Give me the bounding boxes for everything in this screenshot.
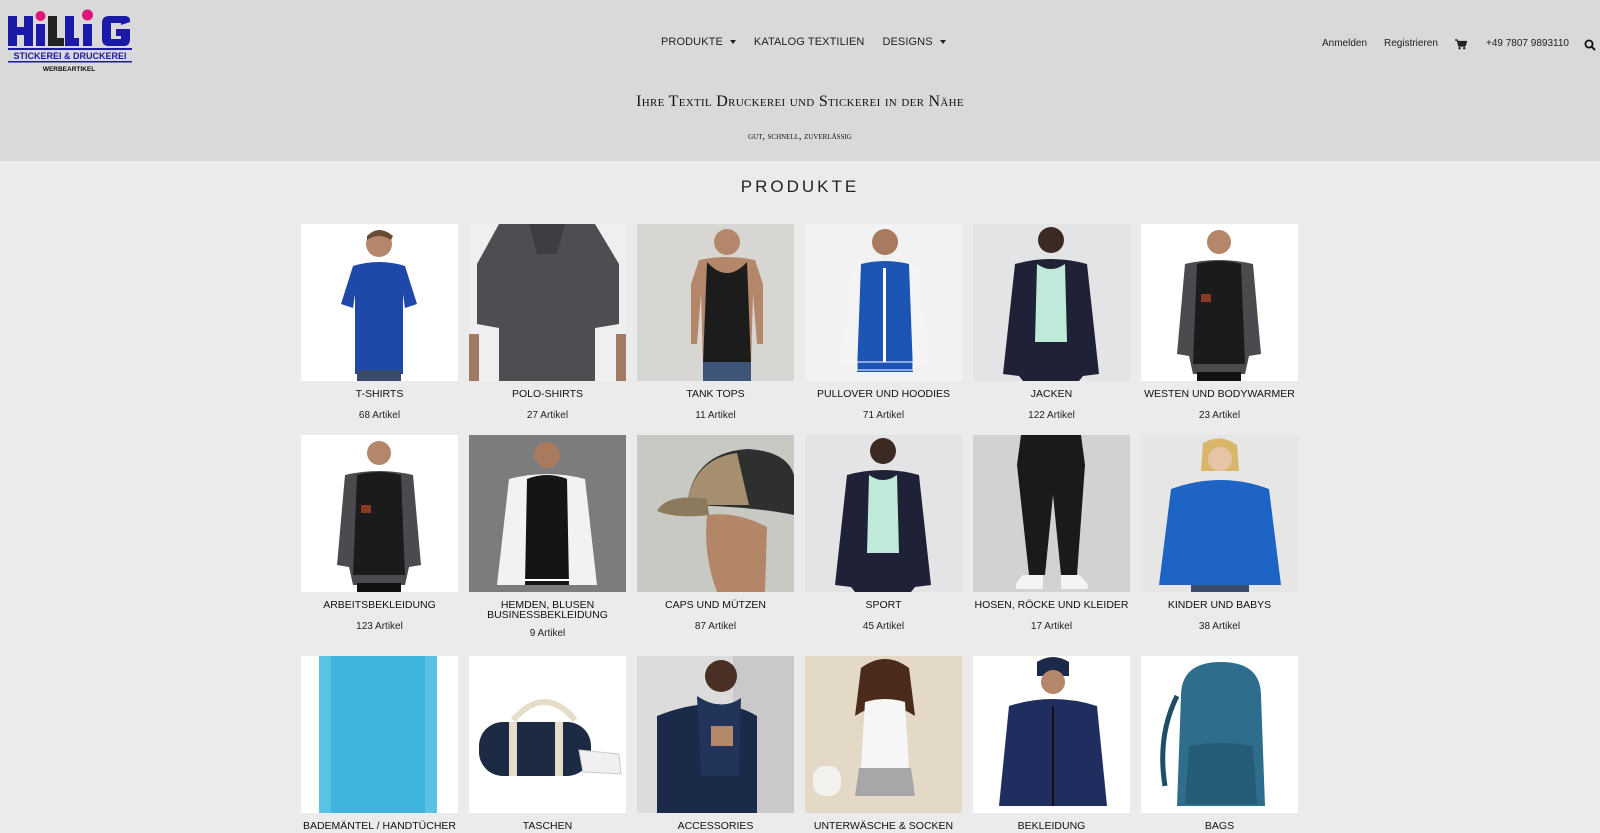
register-link[interactable]: Registrieren [1384,38,1438,49]
product-image[interactable] [973,435,1130,592]
logo-subsubtitle: WERBEARTIKEL [43,66,95,73]
product-image[interactable] [805,224,962,381]
nav-item-produkte[interactable]: PRODUKTE [661,36,736,48]
product-tile-westen-und-bodywarmer[interactable]: WESTEN UND BODYWARMER 23 Artikel [1141,224,1298,421]
product-name[interactable]: WESTEN UND BODYWARMER [1141,389,1298,400]
product-image[interactable] [973,656,1130,813]
product-count: 122 Artikel [1028,410,1075,421]
product-name[interactable]: SPORT [805,600,962,611]
product-name[interactable]: BAGS [1141,821,1298,832]
product-image[interactable] [301,656,458,813]
product-image[interactable] [805,656,962,813]
phone-number[interactable]: +49 7807 9893110 [1486,38,1569,49]
search-icon[interactable] [1584,39,1596,51]
product-name[interactable]: JACKEN [973,389,1130,400]
product-image[interactable] [973,224,1130,381]
product-name[interactable]: HOSEN, RÖCKE UND KLEIDER [973,600,1130,611]
product-tile-tank-tops[interactable]: TANK TOPS 11 Artikel [637,224,794,421]
nav-item-katalog-textilien[interactable]: KATALOG TEXTILIEN [754,36,865,48]
product-tile-kinder-und-babys[interactable]: KINDER UND BABYS 38 Artikel [1141,435,1298,632]
caret-down-icon [729,40,736,44]
product-name[interactable]: TASCHEN [469,821,626,832]
nav-item-label: DESIGNS [882,36,933,48]
product-name[interactable]: CAPS UND MÜTZEN [637,600,794,611]
login-link[interactable]: Anmelden [1322,38,1367,49]
product-image[interactable] [637,656,794,813]
cart-icon[interactable] [1455,39,1467,50]
product-name[interactable]: KINDER UND BABYS [1141,600,1298,611]
product-image[interactable] [1141,435,1298,592]
product-count: 27 Artikel [526,410,569,421]
product-name[interactable]: UNTERWÄSCHE & SOCKEN [805,821,962,832]
product-count: 87 Artikel [694,621,737,632]
main-nav: PRODUKTE KATALOG TEXTILIEN DESIGNS [661,36,964,48]
product-count: 9 Artikel [529,628,566,639]
product-image[interactable] [469,656,626,813]
product-tile-hemden-blusen[interactable]: HEMDEN, BLUSEN BUSINESSBEKLEIDUNG 9 Arti… [469,435,626,639]
product-tile-polo-shirts[interactable]: POLO-SHIRTS 27 Artikel [469,224,626,421]
product-name[interactable]: ACCESSORIES [637,821,794,832]
product-tile-taschen[interactable]: TASCHEN [469,656,626,831]
nav-item-designs[interactable]: DESIGNS [882,36,946,48]
product-tile-hosen-roecke-kleider[interactable]: HOSEN, RÖCKE UND KLEIDER 17 Artikel [973,435,1130,632]
product-count: 38 Artikel [1198,621,1241,632]
product-name[interactable]: TANK TOPS [637,389,794,400]
product-name[interactable]: BADEMÄNTEL / HANDTÜCHER [301,821,458,832]
product-name[interactable]: POLO-SHIRTS [469,389,626,400]
product-name[interactable]: T-SHIRTS [301,389,458,400]
product-image[interactable] [637,224,794,381]
product-tile-t-shirts[interactable]: T-SHIRTS 68 Artikel [301,224,458,421]
product-image[interactable] [805,435,962,592]
product-image[interactable] [1141,224,1298,381]
product-tile-bags[interactable]: BAGS [1141,656,1298,831]
product-tile-caps-und-muetzen[interactable]: CAPS UND MÜTZEN 87 Artikel [637,435,794,632]
product-tile-pullover-und-hoodies[interactable]: PULLOVER UND HOODIES 71 Artikel [805,224,962,421]
logo-subtitle: STICKEREI & DRUCKEREI [13,51,126,61]
caret-down-icon [939,40,946,44]
product-tile-unterwaesche-socken[interactable]: UNTERWÄSCHE & SOCKEN [805,656,962,831]
products-title: PRODUKTE [740,177,860,196]
product-tile-accessories[interactable]: ACCESSORIES [637,656,794,831]
product-image[interactable] [1141,656,1298,813]
product-count: 71 Artikel [862,410,905,421]
product-name[interactable]: PULLOVER UND HOODIES [805,389,962,400]
hero-headline: Ihre Textil Druckerei und Stickerei in d… [636,93,964,110]
product-tile-bademaentel-handtuecher[interactable]: BADEMÄNTEL / HANDTÜCHER [301,656,458,831]
product-name[interactable]: BEKLEIDUNG [973,821,1130,832]
product-image[interactable] [301,224,458,381]
hero-tagline: gut, schnell, zuverlässig [748,131,852,142]
product-tile-jacken[interactable]: JACKEN 122 Artikel [973,224,1130,421]
product-name[interactable]: HEMDEN, BLUSEN BUSINESSBEKLEIDUNG [469,600,626,621]
product-image[interactable] [469,435,626,592]
product-tile-sport[interactable]: SPORT 45 Artikel [805,435,962,632]
product-count: 23 Artikel [1198,410,1241,421]
product-count: 68 Artikel [358,410,401,421]
nav-item-label: KATALOG TEXTILIEN [753,36,865,48]
site-logo[interactable]: STICKEREI & DRUCKEREI WERBEARTIKEL [7,8,135,84]
product-count: 123 Artikel [356,621,403,632]
product-count: 17 Artikel [1030,621,1073,632]
product-tile-bekleidung[interactable]: BEKLEIDUNG [973,656,1130,831]
product-tile-arbeitsbekleidung[interactable]: ARBEITSBEKLEIDUNG 123 Artikel [301,435,458,632]
product-count: 11 Artikel [695,410,736,421]
site-header: STICKEREI & DRUCKEREI WERBEARTIKEL PRODU… [0,0,1600,161]
nav-item-label: PRODUKTE [661,36,723,48]
product-image[interactable] [301,435,458,592]
product-image[interactable] [469,224,626,381]
product-count: 45 Artikel [862,621,905,632]
product-image[interactable] [637,435,794,592]
product-name[interactable]: ARBEITSBEKLEIDUNG [301,600,458,611]
